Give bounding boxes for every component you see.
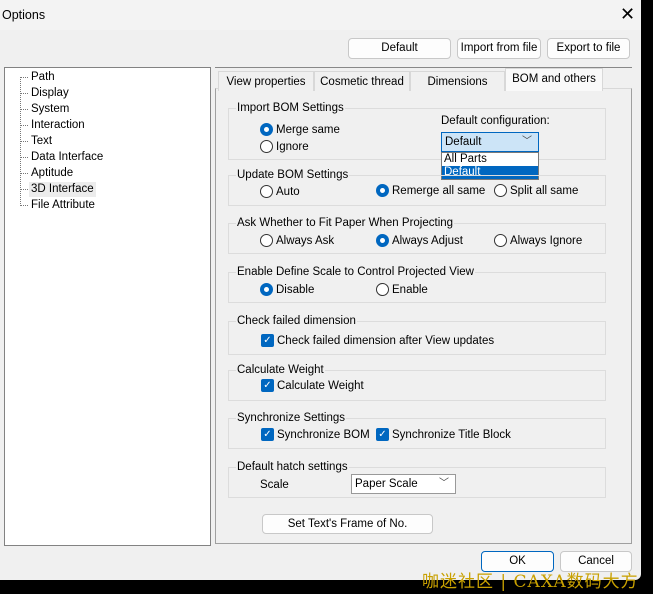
group-title: Calculate Weight: [236, 364, 325, 376]
group-title: Update BOM Settings: [236, 169, 350, 181]
radio-label: Split all same: [510, 184, 579, 197]
radio-checked-icon: [260, 283, 273, 296]
checkmark-icon: ✓: [261, 334, 274, 347]
tree-item-3d-interface[interactable]: 3D Interface: [29, 182, 96, 197]
tree-branch: [20, 77, 28, 78]
radio-icon: [376, 283, 389, 296]
tree-branch: [20, 93, 28, 94]
options-tree: Path Display System Interaction Text Dat…: [4, 67, 211, 546]
title-bar: Options ✕: [0, 0, 641, 30]
tree-item-text[interactable]: Text: [29, 134, 54, 149]
tree-item-aptitude[interactable]: Aptitude: [29, 166, 75, 181]
synchronize-title-block-checkbox[interactable]: ✓ Synchronize Title Block: [376, 428, 511, 441]
radio-label: Always Ignore: [510, 234, 583, 247]
default-configuration-label: Default configuration:: [441, 115, 550, 127]
tree-branch: [20, 157, 28, 158]
always-ask-radio[interactable]: Always Ask: [260, 234, 334, 247]
tab-strip: View properties Cosmetic thread Dimensio…: [215, 67, 632, 91]
tree-branch: [20, 173, 28, 174]
export-to-file-button[interactable]: Export to file: [547, 38, 630, 59]
tree-item-path[interactable]: Path: [29, 70, 57, 85]
tab-view-properties[interactable]: View properties: [218, 71, 314, 91]
import-from-file-button[interactable]: Import from file: [457, 38, 541, 59]
group-title: Synchronize Settings: [236, 412, 347, 424]
checkbox-label: Check failed dimension after View update…: [277, 334, 495, 347]
tree-branch: [20, 189, 28, 190]
watermark: 咖迷社区 | CAXA数码大方: [422, 572, 639, 592]
default-button[interactable]: Default: [348, 38, 451, 59]
group-title: Default hatch settings: [236, 461, 349, 473]
radio-checked-icon: [376, 234, 389, 247]
tree-item-system[interactable]: System: [29, 102, 71, 117]
tree-branch: [20, 205, 28, 206]
check-failed-dimension-checkbox[interactable]: ✓ Check failed dimension after View updat…: [261, 334, 494, 347]
checkbox-label: Calculate Weight: [277, 379, 364, 392]
radio-label: Remerge all same: [392, 184, 486, 197]
tree-item-interaction[interactable]: Interaction: [29, 118, 87, 133]
set-text-frame-button[interactable]: Set Text's Frame of No.: [262, 514, 433, 534]
radio-label: Always Adjust: [392, 234, 463, 247]
radio-label: Enable: [392, 283, 428, 296]
radio-label: Merge same: [276, 123, 340, 136]
chevron-down-icon: ﹀: [522, 136, 532, 147]
radio-label: Ignore: [276, 140, 309, 153]
chevron-down-icon: ﹀: [439, 478, 449, 489]
checkbox-label: Synchronize BOM: [277, 428, 370, 441]
radio-icon: [260, 140, 273, 153]
radio-checked-icon: [260, 123, 273, 136]
select-value: Default: [445, 136, 482, 148]
enable-radio[interactable]: Enable: [376, 283, 428, 296]
auto-radio[interactable]: Auto: [260, 185, 300, 198]
select-value: Paper Scale: [355, 478, 418, 490]
checkmark-icon: ✓: [376, 428, 389, 441]
remerge-all-same-radio[interactable]: Remerge all same: [376, 184, 485, 197]
tree-branch: [20, 125, 28, 126]
checkbox-label: Synchronize Title Block: [392, 428, 511, 441]
synchronize-bom-checkbox[interactable]: ✓ Synchronize BOM: [261, 428, 370, 441]
scale-label: Scale: [260, 479, 289, 491]
merge-same-radio[interactable]: Merge same: [260, 123, 340, 136]
calculate-weight-checkbox[interactable]: ✓ Calculate Weight: [261, 379, 364, 392]
radio-icon: [494, 234, 507, 247]
tree-branch: [20, 141, 28, 142]
radio-icon: [260, 185, 273, 198]
radio-checked-icon: [376, 184, 389, 197]
tab-dimensions[interactable]: Dimensions: [410, 71, 505, 91]
tree-branch: [20, 109, 28, 110]
always-ignore-radio[interactable]: Always Ignore: [494, 234, 582, 247]
tree-item-data-interface[interactable]: Data Interface: [29, 150, 105, 165]
radio-icon: [494, 184, 507, 197]
options-dialog: Options ✕ Default Import from file Expor…: [0, 0, 641, 580]
tree-item-file-attribute[interactable]: File Attribute: [29, 198, 97, 213]
tree-item-display[interactable]: Display: [29, 86, 71, 101]
tab-cosmetic-thread[interactable]: Cosmetic thread: [314, 71, 410, 91]
radio-label: Disable: [276, 283, 315, 296]
radio-icon: [260, 234, 273, 247]
checkmark-icon: ✓: [261, 379, 274, 392]
ignore-radio[interactable]: Ignore: [260, 140, 309, 153]
default-configuration-select[interactable]: Default ﹀: [441, 132, 539, 152]
hatch-scale-select[interactable]: Paper Scale ﹀: [351, 474, 456, 494]
checkmark-icon: ✓: [261, 428, 274, 441]
always-adjust-radio[interactable]: Always Adjust: [376, 234, 463, 247]
radio-label: Always Ask: [276, 234, 335, 247]
group-title: Import BOM Settings: [236, 102, 345, 114]
group-title: Ask Whether to Fit Paper When Projecting: [236, 217, 455, 229]
disable-radio[interactable]: Disable: [260, 283, 314, 296]
radio-label: Auto: [276, 185, 300, 198]
close-icon[interactable]: ✕: [620, 4, 635, 25]
option-all-parts[interactable]: All Parts: [442, 153, 538, 166]
split-all-same-radio[interactable]: Split all same: [494, 184, 578, 197]
group-title: Check failed dimension: [236, 315, 357, 327]
tab-bom-and-others[interactable]: BOM and others: [505, 68, 603, 91]
window-title: Options: [2, 8, 46, 22]
group-title: Enable Define Scale to Control Projected…: [236, 266, 475, 278]
